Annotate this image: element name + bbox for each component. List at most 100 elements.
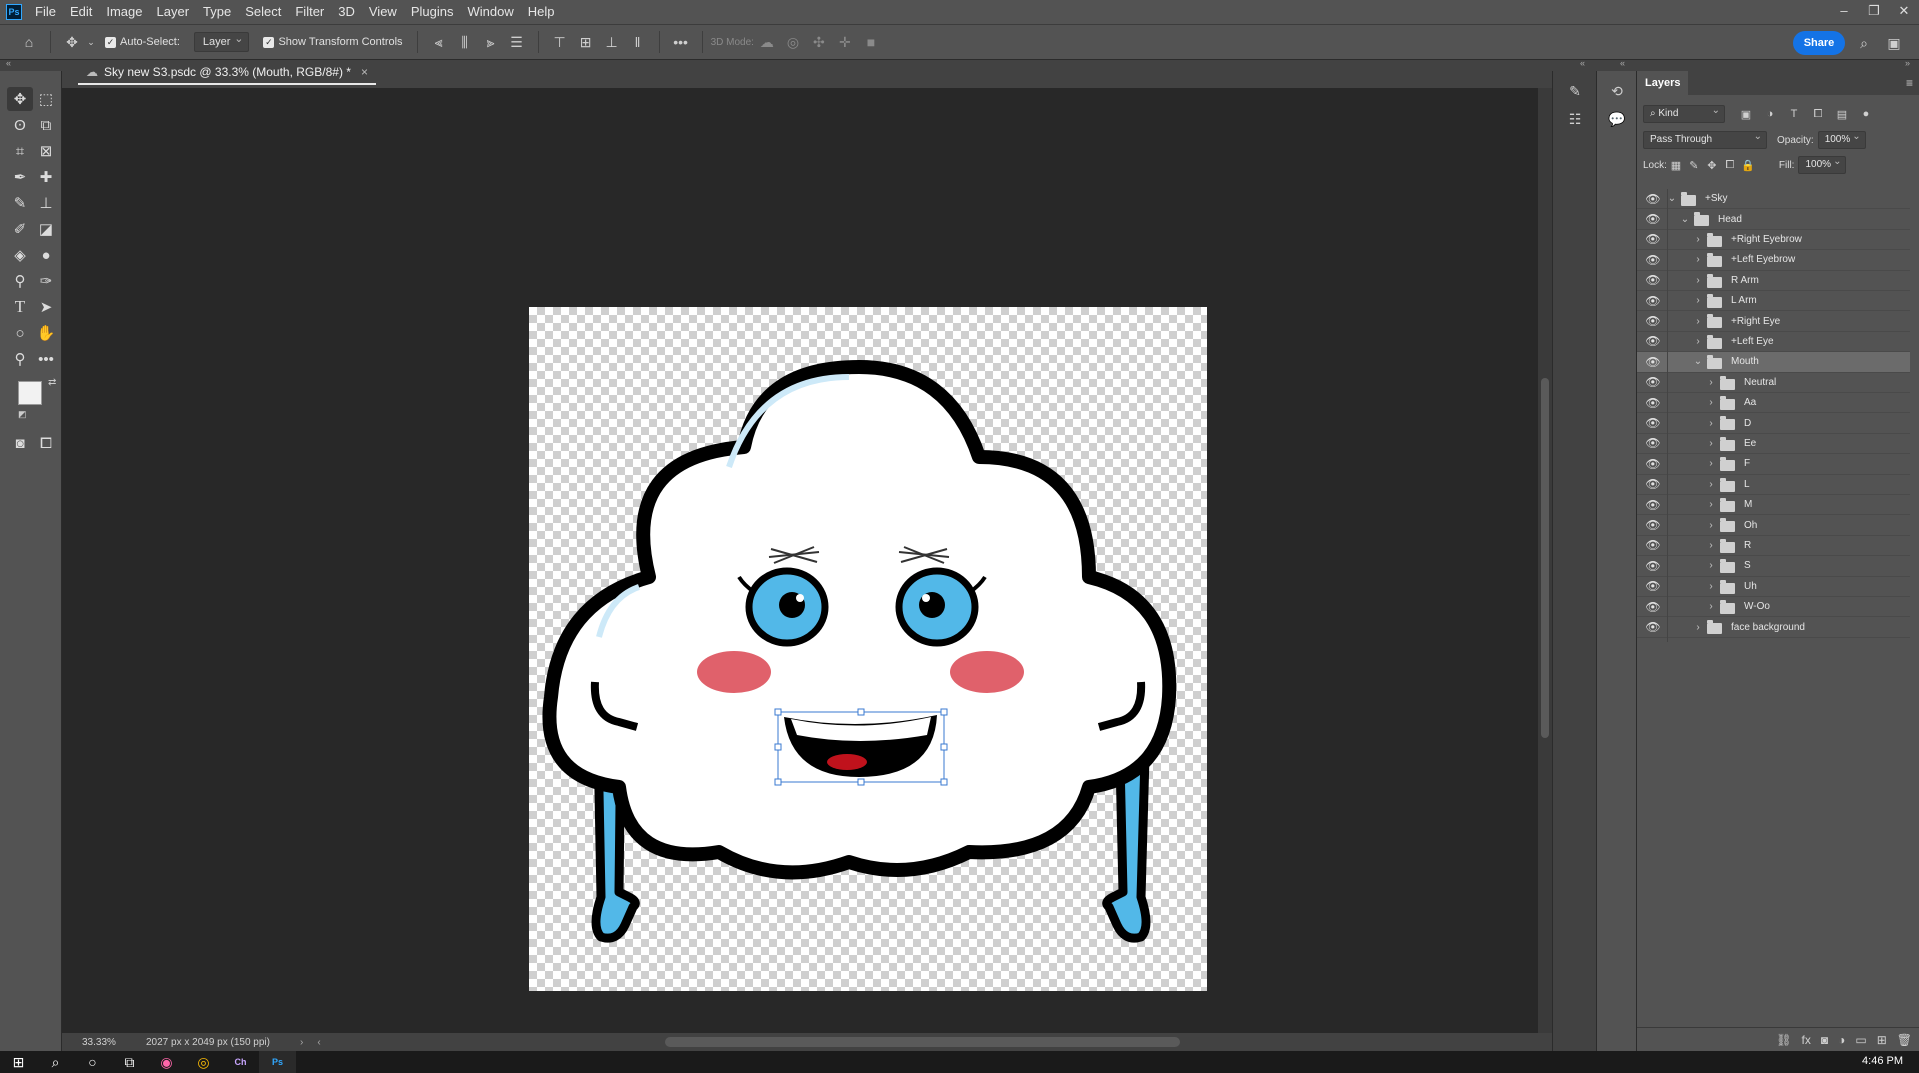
chrome-icon[interactable]: ◎ [185,1051,222,1073]
chevron-left-icon[interactable]: ‹ [317,1037,320,1048]
menu-type[interactable]: Type [196,0,238,24]
horizontal-scrollbar[interactable] [665,1037,1180,1047]
adjustment-layer-icon[interactable]: ◑ [1838,1033,1845,1047]
type-tool-icon[interactable]: T [7,295,33,319]
pen-tool-icon[interactable]: ✑ [33,269,59,293]
layer-row[interactable]: 👁 › W-Oo [1637,597,1910,622]
layer-row[interactable]: 👁 › R Arm [1637,270,1910,296]
minimize-icon[interactable]: – [1829,0,1859,24]
foreground-color-swatch[interactable] [18,381,42,405]
distribute-icon[interactable]: ☰ [504,29,530,55]
visibility-eye-icon[interactable]: 👁 [1645,231,1661,247]
visibility-eye-icon[interactable]: 👁 [1645,395,1661,411]
menu-file[interactable]: File [28,0,63,24]
type-filter-icon[interactable]: T [1785,105,1803,123]
scroll-thumb[interactable] [1541,378,1549,738]
shape-filter-icon[interactable]: ⧠ [1809,105,1827,123]
path-select-icon[interactable]: ➤ [33,295,59,319]
chevron-right-icon[interactable]: › [1693,336,1703,347]
visibility-eye-icon[interactable]: 👁 [1645,497,1661,513]
crop-tool-icon[interactable]: ⌗ [7,139,33,163]
chevron-right-icon[interactable]: › [1706,377,1716,388]
link-layers-icon[interactable]: ⛓ [1776,1033,1791,1047]
align-left-icon[interactable]: ⫷ [426,29,452,55]
canvas-workspace[interactable] [62,88,1538,1033]
layer-row[interactable]: 👁 ⌄ Head [1637,209,1910,235]
layer-row[interactable]: 👁 › face background [1637,617,1910,643]
lock-all-icon[interactable]: 🔒 [1739,156,1757,174]
chevron-right-icon[interactable]: › [1706,540,1716,551]
align-center-icon[interactable]: ⫼ [452,29,478,55]
blend-mode-dropdown[interactable]: Pass Through [1643,129,1767,149]
chevron-right-icon[interactable]: › [1706,458,1716,469]
search-icon[interactable]: ⌕ [1851,30,1877,56]
visibility-eye-icon[interactable]: 👁 [1645,333,1661,349]
visibility-eye-icon[interactable]: 👁 [1645,415,1661,431]
stamp-tool-icon[interactable]: ⊥ [33,191,59,215]
visibility-eye-icon[interactable]: 👁 [1645,293,1661,309]
menu-image[interactable]: Image [99,0,149,24]
new-group-icon[interactable]: ▭ [1855,1033,1866,1047]
chevron-right-icon[interactable]: › [1693,316,1703,327]
windows-start-icon[interactable]: ⊞ [0,1051,37,1073]
workspace-icon[interactable]: ▣ [1881,30,1907,56]
hand-tool-icon[interactable]: ✋ [33,321,59,345]
pixel-filter-icon[interactable]: ▣ [1737,105,1755,123]
collapse-toolbar-icon[interactable]: « [6,58,11,68]
chevron-right-icon[interactable]: › [1693,295,1703,306]
brush-tool-icon[interactable]: ✎ [7,191,33,215]
chevron-right-icon[interactable]: › [1693,275,1703,286]
visibility-eye-icon[interactable]: 👁 [1645,191,1661,207]
chevron-down-icon[interactable]: ⌄ [85,29,97,55]
menu-plugins[interactable]: Plugins [404,0,461,24]
layer-mask-icon[interactable]: ◙ [1821,1033,1828,1047]
show-transform-controls-checkbox[interactable]: ✓ Show Transform Controls [263,36,403,48]
chevron-down-icon[interactable]: ⌄ [1667,193,1677,204]
layer-row[interactable]: 👁 › L Arm [1637,291,1910,316]
search-icon[interactable]: ⌕ [37,1051,74,1073]
close-tab-icon[interactable]: × [361,65,368,79]
menu-edit[interactable]: Edit [63,0,99,24]
layer-row[interactable]: 👁 › +Right Eyebrow [1637,229,1910,255]
history-brush-icon[interactable]: ✐ [7,217,33,241]
visibility-eye-icon[interactable]: 👁 [1645,272,1661,288]
opacity-input[interactable]: 100% [1817,129,1866,149]
dodge-tool-icon[interactable]: ⚲ [7,269,33,293]
visibility-eye-icon[interactable]: 👁 [1645,619,1661,635]
chevron-right-icon[interactable]: › [1693,254,1703,265]
lock-transparent-icon[interactable]: ▦ [1667,156,1685,174]
chevron-down-icon[interactable]: ⌄ [1680,214,1690,225]
chevron-right-icon[interactable]: › [1706,418,1716,429]
share-button[interactable]: Share [1793,31,1845,55]
lock-position-icon[interactable]: ✥ [1703,156,1721,174]
delete-layer-icon[interactable]: 🗑 [1897,1033,1912,1047]
lock-image-icon[interactable]: ✎ [1685,156,1703,174]
layer-row[interactable]: 👁 › D [1637,413,1910,439]
menu-view[interactable]: View [362,0,404,24]
align-middle-icon[interactable]: ⊞ [573,29,599,55]
layer-row[interactable]: 👁 › M [1637,495,1910,520]
chevron-right-icon[interactable]: › [1706,601,1716,612]
visibility-eye-icon[interactable]: 👁 [1645,435,1661,451]
brush-settings-icon[interactable]: ✎ [1561,79,1589,103]
layer-row[interactable]: 👁 › Ee [1637,433,1910,459]
auto-select-target-dropdown[interactable]: Layer [193,30,250,52]
document-canvas[interactable] [529,307,1207,991]
filter-toggle-icon[interactable]: ● [1857,105,1875,123]
move-tool-icon[interactable]: ✥ [7,87,33,111]
eyedropper-tool-icon[interactable]: ✒ [7,165,33,189]
restore-icon[interactable]: ❐ [1859,0,1889,24]
collapse-panel-icon[interactable]: « [1580,58,1585,68]
menu-help[interactable]: Help [521,0,562,24]
move-tool-icon[interactable]: ✥ [59,29,85,55]
visibility-eye-icon[interactable]: 👁 [1645,354,1661,370]
layer-row[interactable]: 👁 ⌄ Mouth [1637,352,1910,378]
panel-menu-icon[interactable]: ≡ [1906,76,1913,90]
layer-row[interactable]: 👁 › F [1637,454,1910,480]
chevron-right-icon[interactable]: › [1706,520,1716,531]
app-icon[interactable]: ◉ [148,1051,185,1073]
more-tools-icon[interactable]: ••• [33,347,59,371]
healing-brush-icon[interactable]: ✚ [33,165,59,189]
layer-row[interactable]: 👁 › L [1637,474,1910,500]
chevron-right-icon[interactable]: › [1693,234,1703,245]
